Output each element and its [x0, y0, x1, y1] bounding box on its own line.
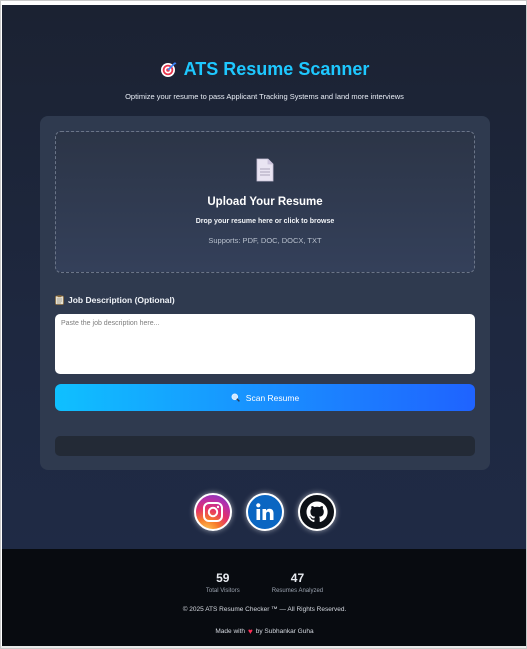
stat-total-visitors: 59 Total Visitors [206, 571, 240, 594]
document-icon [256, 158, 274, 182]
made-with-prefix: Made with [215, 628, 246, 635]
copyright-text: © 2025 ATS Resume Checker ™ — All Rights… [182, 606, 347, 613]
stat-value: 59 [216, 571, 230, 585]
made-with-credit: Made with ♥ by Subhankar Guha [2, 627, 526, 636]
upload-hint: Drop your resume here or click to browse [195, 218, 335, 225]
job-description-label: Job Description (Optional) [55, 295, 175, 305]
heart-icon: ♥ [248, 627, 253, 636]
resume-upload-dropzone[interactable]: Upload Your Resume Drop your resume here… [55, 131, 475, 273]
instagram-icon[interactable] [193, 493, 232, 531]
stats: 59 Total Visitors 47 Resumes Analyzed [2, 571, 526, 594]
github-icon[interactable] [297, 493, 336, 531]
search-icon [231, 393, 240, 402]
linkedin-icon[interactable] [245, 493, 284, 531]
page-title: ATS Resume Scanner [2, 59, 526, 80]
stat-label: Resumes Analyzed [271, 588, 324, 594]
page-title-text: ATS Resume Scanner [183, 59, 370, 79]
main-page: ATS Resume Scanner Optimize your resume … [2, 5, 526, 549]
scan-resume-label: Scan Resume [245, 392, 300, 403]
job-description-label-text: Job Description (Optional) [68, 295, 175, 305]
upload-title: Upload Your Resume [207, 196, 323, 208]
job-description-input[interactable] [55, 314, 475, 374]
scanner-card: Upload Your Resume Drop your resume here… [40, 116, 490, 470]
results-panel [55, 436, 475, 456]
stat-value: 47 [290, 571, 305, 585]
made-with-suffix: by Subhankar Guha [255, 628, 314, 635]
clipboard-icon [55, 295, 64, 305]
footer: 59 Total Visitors 47 Resumes Analyzed © … [2, 549, 526, 646]
stat-label: Total Visitors [205, 588, 240, 594]
page-subtitle: Optimize your resume to pass Applicant T… [125, 92, 404, 101]
app-window: ATS Resume Scanner Optimize your resume … [0, 0, 527, 649]
upload-formats: Supports: PDF, DOC, DOCX, TXT [208, 236, 322, 245]
target-icon [160, 61, 177, 78]
stat-resumes-analyzed: 47 Resumes Analyzed [272, 571, 323, 594]
social-links [2, 493, 526, 531]
scan-resume-button[interactable]: Scan Resume [55, 384, 475, 411]
